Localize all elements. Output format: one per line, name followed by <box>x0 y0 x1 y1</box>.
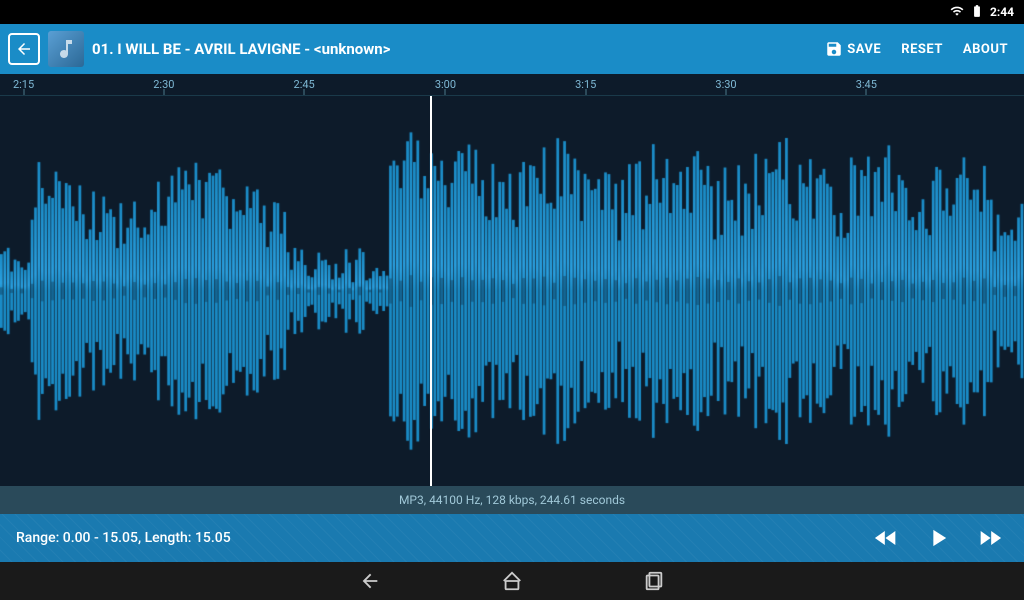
wifi-icon <box>950 4 964 21</box>
toolbar-actions: SAVE RESET ABOUT <box>817 34 1016 64</box>
rewind-button[interactable] <box>868 520 904 556</box>
fast-forward-button[interactable] <box>972 520 1008 556</box>
waveform-canvas <box>0 96 1024 486</box>
status-icons: 2:44 <box>950 4 1014 21</box>
album-art <box>48 31 84 67</box>
playback-controls <box>868 520 1008 556</box>
save-label: SAVE <box>847 42 881 57</box>
status-time: 2:44 <box>990 5 1014 19</box>
waveform-container[interactable] <box>0 96 1024 486</box>
save-button[interactable]: SAVE <box>817 34 889 64</box>
about-label: ABOUT <box>963 42 1008 57</box>
status-bar: 2:44 <box>0 0 1024 24</box>
range-info: Range: 0.00 - 15.05, Length: 15.05 <box>16 530 868 546</box>
reset-label: RESET <box>901 42 943 57</box>
back-button[interactable] <box>8 33 40 65</box>
about-button[interactable]: ABOUT <box>955 36 1016 63</box>
back-nav-button[interactable] <box>359 570 381 592</box>
play-button[interactable] <box>920 520 956 556</box>
track-title: 01. I WILL BE - AVRIL LAVIGNE - <unknown… <box>92 40 809 58</box>
timeline-ruler: 2:15 2:30 2:45 3:00 3:15 3:30 3:45 <box>0 74 1024 96</box>
file-info-text: MP3, 44100 Hz, 128 kbps, 244.61 seconds <box>399 493 625 507</box>
reset-button[interactable]: RESET <box>893 36 951 63</box>
recents-nav-button[interactable] <box>643 570 665 592</box>
controls-bar: Range: 0.00 - 15.05, Length: 15.05 <box>0 514 1024 562</box>
android-nav-bar <box>0 562 1024 600</box>
battery-icon <box>969 4 985 21</box>
playhead <box>430 96 432 486</box>
home-nav-button[interactable] <box>501 570 523 592</box>
file-info: MP3, 44100 Hz, 128 kbps, 244.61 seconds <box>0 486 1024 514</box>
toolbar: 01. I WILL BE - AVRIL LAVIGNE - <unknown… <box>0 24 1024 74</box>
